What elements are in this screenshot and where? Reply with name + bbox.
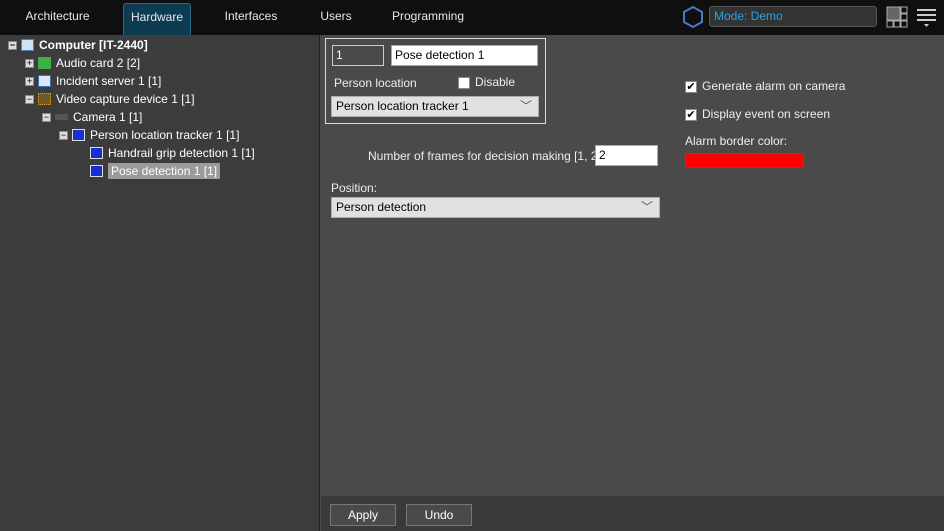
generate-alarm-label: Generate alarm on camera (702, 79, 846, 93)
tree-node-pose-detection[interactable]: Pose detection 1 [1] (90, 163, 221, 179)
tree-node-handrail[interactable]: Handrail grip detection 1 [1] (90, 145, 255, 161)
collapse-icon[interactable]: − (8, 40, 17, 50)
checkbox-checked-icon[interactable]: ✔ (685, 80, 697, 93)
collapse-icon[interactable]: − (59, 130, 68, 140)
undo-button[interactable]: Undo (406, 504, 472, 526)
tree-node-audio-card[interactable]: + Audio card 2 [2] (25, 55, 140, 71)
expand-icon[interactable]: + (25, 58, 34, 68)
detector-icon (90, 147, 103, 159)
alarm-color-label: Alarm border color: (685, 134, 788, 148)
camera-icon (55, 114, 68, 120)
apply-button[interactable]: Apply (330, 504, 396, 526)
chevron-down-icon: ﹀ (519, 99, 532, 113)
collapse-icon[interactable]: − (25, 94, 34, 104)
detector-icon (72, 129, 85, 141)
node-label: Person location tracker 1 [1] (90, 128, 240, 142)
frames-input[interactable]: 2 (595, 145, 658, 166)
display-event-checkbox[interactable]: ✔ Display event on screen (685, 107, 830, 121)
node-label: Handrail grip detection 1 [1] (108, 146, 255, 160)
position-value: Person detection (336, 200, 427, 214)
node-label: Camera 1 [1] (73, 110, 143, 124)
node-label: Audio card 2 [2] (56, 56, 141, 70)
display-event-label: Display event on screen (702, 107, 831, 121)
audio-card-icon (38, 57, 51, 69)
tab-users[interactable]: Users (312, 3, 360, 35)
chevron-down-icon: ﹀ (640, 200, 653, 214)
capture-device-icon (38, 93, 51, 105)
node-label: Computer [IT-2440] (39, 38, 148, 52)
id-field[interactable]: 1 (332, 45, 384, 66)
checkbox-checked-icon[interactable]: ✔ (685, 108, 697, 121)
tree-node-person-tracker[interactable]: − Person location tracker 1 [1] (59, 127, 239, 143)
menu-icon[interactable] (917, 8, 937, 28)
computer-icon (21, 39, 34, 51)
node-label: Incident server 1 [1] (56, 74, 162, 88)
disable-checkbox[interactable]: Disable (458, 75, 515, 89)
position-dropdown[interactable]: Person detection ﹀ (331, 197, 660, 218)
generate-alarm-checkbox[interactable]: ✔ Generate alarm on camera (685, 79, 845, 93)
tab-hardware[interactable]: Hardware (123, 3, 191, 35)
name-field[interactable]: Pose detection 1 (391, 45, 538, 66)
layout-icon[interactable] (886, 6, 908, 28)
node-label: Pose detection 1 [1] (108, 163, 221, 179)
top-bar: Architecture Hardware Interfaces Users P… (0, 0, 944, 35)
tracker-value: Person location tracker 1 (336, 99, 469, 113)
disable-label: Disable (475, 75, 516, 89)
node-label: Video capture device 1 [1] (56, 92, 195, 106)
hardware-tree: − Computer [IT-2440] + Audio card 2 [2] + I… (0, 35, 320, 531)
tree-node-computer[interactable]: − Computer [IT-2440] (8, 37, 148, 53)
alarm-color-swatch[interactable] (685, 153, 804, 168)
collapse-icon[interactable]: − (42, 112, 51, 122)
tree-node-camera[interactable]: − Camera 1 [1] (42, 109, 142, 125)
hexagon-icon[interactable] (681, 5, 705, 29)
tab-interfaces[interactable]: Interfaces (218, 3, 284, 35)
tab-architecture[interactable]: Architecture (20, 3, 95, 35)
server-icon (38, 75, 51, 87)
person-location-label: Person location (334, 76, 417, 90)
frames-label: Number of frames for decision making [1,… (368, 149, 611, 163)
tab-programming[interactable]: Programming (388, 3, 468, 35)
expand-icon[interactable]: + (25, 76, 34, 86)
checkbox-icon[interactable] (458, 76, 470, 89)
detector-icon (90, 165, 103, 177)
tree-node-incident-server[interactable]: + Incident server 1 [1] (25, 73, 161, 89)
tree-node-video-capture[interactable]: − Video capture device 1 [1] (25, 91, 195, 107)
mode-field[interactable]: Mode: Demo (709, 6, 877, 27)
position-label: Position: (331, 181, 378, 195)
tracker-dropdown[interactable]: Person location tracker 1 ﹀ (331, 96, 539, 117)
